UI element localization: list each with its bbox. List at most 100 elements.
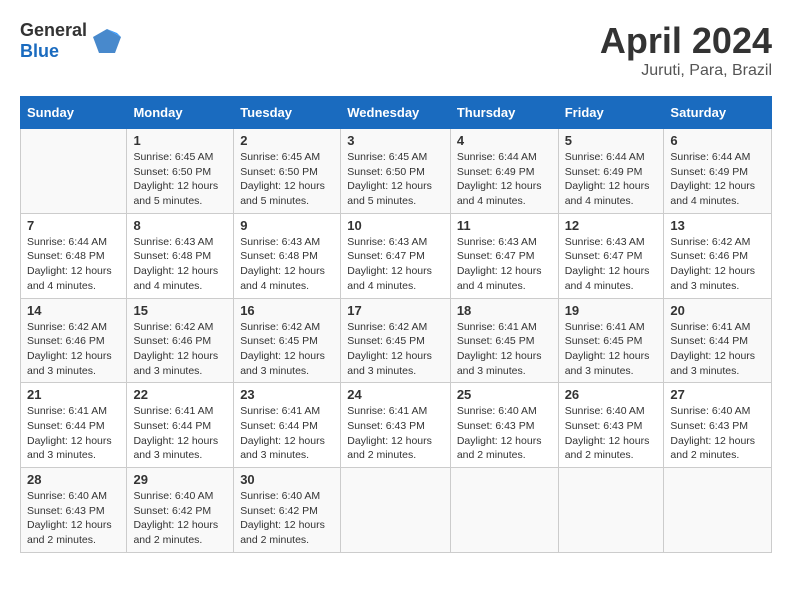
day-info: Sunrise: 6:40 AM Sunset: 6:43 PM Dayligh… <box>27 489 120 548</box>
calendar-cell: 5Sunrise: 6:44 AM Sunset: 6:49 PM Daylig… <box>558 129 664 214</box>
day-info: Sunrise: 6:42 AM Sunset: 6:46 PM Dayligh… <box>27 320 120 379</box>
day-number: 26 <box>565 387 658 402</box>
day-number: 2 <box>240 133 334 148</box>
calendar-cell: 27 Sunrise: 6:40 AM Sunset: 6:43 PM Dayli… <box>664 383 772 468</box>
day-number: 27 <box>670 387 765 402</box>
logo-icon <box>91 25 123 57</box>
day-info: Sunrise: 6:43 AM Sunset: 6:47 PM Dayligh… <box>347 235 444 294</box>
day-number: 23 <box>240 387 334 402</box>
calendar-cell <box>341 468 451 553</box>
day-info: Sunrise: 6:40 AM Sunset: 6:43 PM Dayligh… <box>457 404 552 463</box>
day-number: 11 <box>457 218 552 233</box>
title-area: April 2024 Juruti, Para, Brazil <box>600 20 772 80</box>
day-info: Sunrise: 6:41 AM Sunset: 6:44 PM Dayligh… <box>670 320 765 379</box>
day-info: Sunrise: 6:41 AM Sunset: 6:44 PM Dayligh… <box>133 404 227 463</box>
calendar-cell: 6 Sunrise: 6:44 AM Sunset: 6:49 PM Daylig… <box>664 129 772 214</box>
calendar-cell <box>664 468 772 553</box>
logo-general: General <box>20 20 87 40</box>
day-number: 9 <box>240 218 334 233</box>
calendar-cell: 14 Sunrise: 6:42 AM Sunset: 6:46 PM Dayli… <box>21 298 127 383</box>
calendar-cell: 2 Sunrise: 6:45 AM Sunset: 6:50 PM Daylig… <box>234 129 341 214</box>
day-info: Sunrise: 6:43 AM Sunset: 6:48 PM Dayligh… <box>240 235 334 294</box>
day-info: Sunrise: 6:42 AM Sunset: 6:45 PM Dayligh… <box>240 320 334 379</box>
day-number: 29 <box>133 472 227 487</box>
day-number: 22 <box>133 387 227 402</box>
calendar-cell: 3Sunrise: 6:45 AM Sunset: 6:50 PM Daylig… <box>341 129 451 214</box>
calendar-cell: 30 Sunrise: 6:40 AM Sunset: 6:42 PM Dayli… <box>234 468 341 553</box>
day-info: Sunrise: 6:44 AM Sunset: 6:49 PM Dayligh… <box>670 150 765 209</box>
day-info: Sunrise: 6:42 AM Sunset: 6:45 PM Dayligh… <box>347 320 444 379</box>
calendar-header-saturday: Saturday <box>664 97 772 129</box>
calendar-cell: 21 Sunrise: 6:41 AM Sunset: 6:44 PM Dayli… <box>21 383 127 468</box>
calendar-cell: 25 Sunrise: 6:40 AM Sunset: 6:43 PM Dayli… <box>450 383 558 468</box>
calendar-cell: 22 Sunrise: 6:41 AM Sunset: 6:44 PM Dayli… <box>127 383 234 468</box>
calendar-cell: 1Sunrise: 6:45 AM Sunset: 6:50 PM Daylig… <box>127 129 234 214</box>
day-number: 6 <box>670 133 765 148</box>
calendar-cell: 16 Sunrise: 6:42 AM Sunset: 6:45 PM Dayli… <box>234 298 341 383</box>
calendar-cell: 9 Sunrise: 6:43 AM Sunset: 6:48 PM Daylig… <box>234 213 341 298</box>
day-number: 10 <box>347 218 444 233</box>
day-number: 30 <box>240 472 334 487</box>
page-header: General Blue April 2024 Juruti, Para, Br… <box>20 20 772 80</box>
calendar-cell <box>21 129 127 214</box>
calendar-cell <box>450 468 558 553</box>
day-info: Sunrise: 6:42 AM Sunset: 6:46 PM Dayligh… <box>670 235 765 294</box>
day-number: 7 <box>27 218 120 233</box>
calendar-cell: 19 Sunrise: 6:41 AM Sunset: 6:45 PM Dayli… <box>558 298 664 383</box>
calendar-header-monday: Monday <box>127 97 234 129</box>
calendar-cell: 11 Sunrise: 6:43 AM Sunset: 6:47 PM Dayli… <box>450 213 558 298</box>
calendar-cell: 28 Sunrise: 6:40 AM Sunset: 6:43 PM Dayli… <box>21 468 127 553</box>
calendar-cell: 17 Sunrise: 6:42 AM Sunset: 6:45 PM Dayli… <box>341 298 451 383</box>
day-number: 13 <box>670 218 765 233</box>
calendar-cell: 12Sunrise: 6:43 AM Sunset: 6:47 PM Dayli… <box>558 213 664 298</box>
day-info: Sunrise: 6:40 AM Sunset: 6:42 PM Dayligh… <box>133 489 227 548</box>
day-info: Sunrise: 6:45 AM Sunset: 6:50 PM Dayligh… <box>347 150 444 209</box>
main-title: April 2024 <box>600 20 772 62</box>
calendar-cell: 26 Sunrise: 6:40 AM Sunset: 6:43 PM Dayli… <box>558 383 664 468</box>
day-number: 8 <box>133 218 227 233</box>
day-info: Sunrise: 6:41 AM Sunset: 6:45 PM Dayligh… <box>565 320 658 379</box>
day-number: 28 <box>27 472 120 487</box>
day-info: Sunrise: 6:42 AM Sunset: 6:46 PM Dayligh… <box>133 320 227 379</box>
calendar-cell: 4 Sunrise: 6:44 AM Sunset: 6:49 PM Daylig… <box>450 129 558 214</box>
day-number: 17 <box>347 303 444 318</box>
calendar-cell: 29 Sunrise: 6:40 AM Sunset: 6:42 PM Dayli… <box>127 468 234 553</box>
day-info: Sunrise: 6:45 AM Sunset: 6:50 PM Dayligh… <box>240 150 334 209</box>
calendar-cell <box>558 468 664 553</box>
calendar-cell: 20 Sunrise: 6:41 AM Sunset: 6:44 PM Dayli… <box>664 298 772 383</box>
day-info: Sunrise: 6:43 AM Sunset: 6:47 PM Dayligh… <box>565 235 658 294</box>
calendar-cell: 23Sunrise: 6:41 AM Sunset: 6:44 PM Dayli… <box>234 383 341 468</box>
day-info: Sunrise: 6:44 AM Sunset: 6:49 PM Dayligh… <box>457 150 552 209</box>
calendar-week-row: 7 Sunrise: 6:44 AM Sunset: 6:48 PM Daylig… <box>21 213 772 298</box>
calendar-cell: 15Sunrise: 6:42 AM Sunset: 6:46 PM Dayli… <box>127 298 234 383</box>
calendar-cell: 8 Sunrise: 6:43 AM Sunset: 6:48 PM Daylig… <box>127 213 234 298</box>
logo-text: General Blue <box>20 20 87 62</box>
day-info: Sunrise: 6:43 AM Sunset: 6:47 PM Dayligh… <box>457 235 552 294</box>
day-number: 14 <box>27 303 120 318</box>
calendar-week-row: 14 Sunrise: 6:42 AM Sunset: 6:46 PM Dayli… <box>21 298 772 383</box>
day-number: 4 <box>457 133 552 148</box>
day-info: Sunrise: 6:40 AM Sunset: 6:43 PM Dayligh… <box>670 404 765 463</box>
calendar-header-row: SundayMondayTuesdayWednesdayThursdayFrid… <box>21 97 772 129</box>
day-number: 25 <box>457 387 552 402</box>
calendar-header-tuesday: Tuesday <box>234 97 341 129</box>
day-info: Sunrise: 6:44 AM Sunset: 6:48 PM Dayligh… <box>27 235 120 294</box>
calendar-cell: 7 Sunrise: 6:44 AM Sunset: 6:48 PM Daylig… <box>21 213 127 298</box>
calendar-week-row: 28 Sunrise: 6:40 AM Sunset: 6:43 PM Dayli… <box>21 468 772 553</box>
day-info: Sunrise: 6:41 AM Sunset: 6:45 PM Dayligh… <box>457 320 552 379</box>
day-info: Sunrise: 6:40 AM Sunset: 6:42 PM Dayligh… <box>240 489 334 548</box>
day-info: Sunrise: 6:43 AM Sunset: 6:48 PM Dayligh… <box>133 235 227 294</box>
calendar-cell: 13 Sunrise: 6:42 AM Sunset: 6:46 PM Dayli… <box>664 213 772 298</box>
calendar-week-row: 21 Sunrise: 6:41 AM Sunset: 6:44 PM Dayli… <box>21 383 772 468</box>
day-number: 19 <box>565 303 658 318</box>
day-number: 24 <box>347 387 444 402</box>
day-info: Sunrise: 6:45 AM Sunset: 6:50 PM Dayligh… <box>133 150 227 209</box>
day-number: 20 <box>670 303 765 318</box>
day-number: 16 <box>240 303 334 318</box>
calendar-week-row: 1Sunrise: 6:45 AM Sunset: 6:50 PM Daylig… <box>21 129 772 214</box>
day-info: Sunrise: 6:41 AM Sunset: 6:44 PM Dayligh… <box>27 404 120 463</box>
day-info: Sunrise: 6:40 AM Sunset: 6:43 PM Dayligh… <box>565 404 658 463</box>
day-number: 21 <box>27 387 120 402</box>
calendar-cell: 18Sunrise: 6:41 AM Sunset: 6:45 PM Dayli… <box>450 298 558 383</box>
calendar-cell: 24Sunrise: 6:41 AM Sunset: 6:43 PM Dayli… <box>341 383 451 468</box>
